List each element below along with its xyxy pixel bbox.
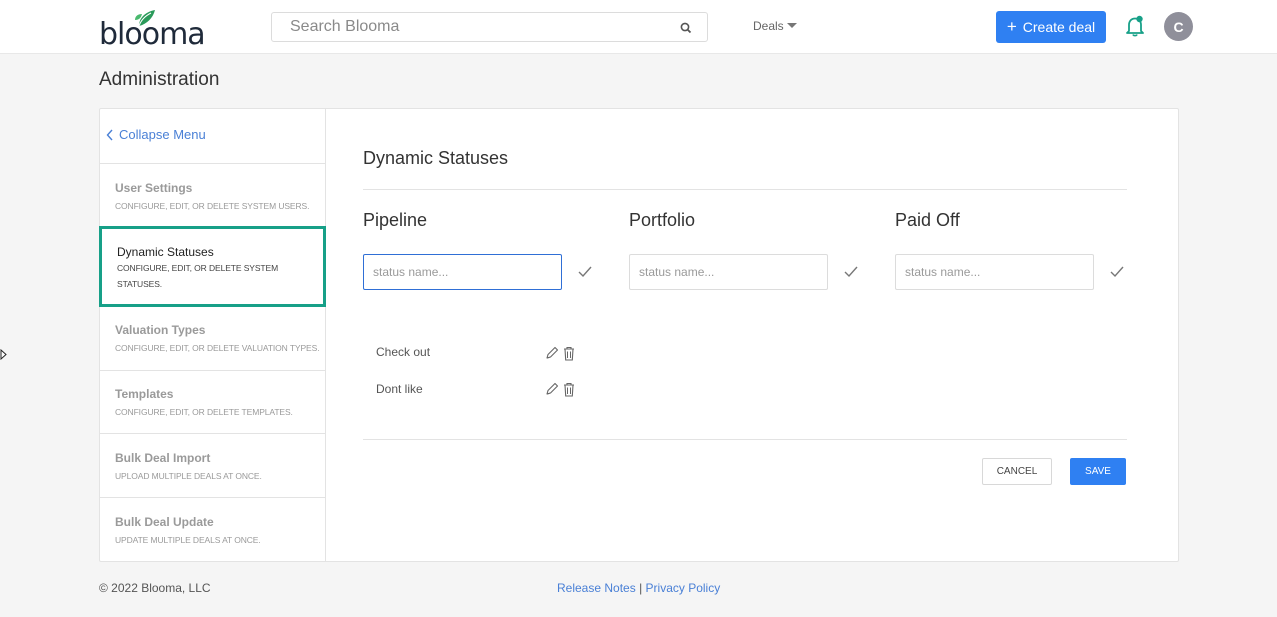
status-item-label: Check out: [376, 345, 431, 359]
cancel-button[interactable]: CANCEL: [982, 458, 1052, 485]
paid-off-status-input[interactable]: [895, 254, 1094, 290]
sidebar-item-description: UPDATE MULTIPLE DEALS AT ONCE.: [115, 535, 261, 545]
create-deal-label: Create deal: [1022, 19, 1096, 35]
check-icon[interactable]: [843, 265, 859, 279]
sidebar-item-valuation-types[interactable]: Valuation Types CONFIGURE, EDIT, OR DELE…: [100, 307, 325, 370]
sidebar-item-templates[interactable]: Templates CONFIGURE, EDIT, OR DELETE TEM…: [100, 370, 325, 433]
sidebar-item-description: UPLOAD MULTIPLE DEALS AT ONCE.: [115, 471, 262, 481]
footer-links: Release Notes | Privacy Policy: [557, 581, 720, 595]
top-navbar: blooma Deals + Create deal C: [0, 0, 1277, 54]
privacy-policy-link[interactable]: Privacy Policy: [646, 581, 721, 595]
caret-down-icon: [786, 23, 797, 28]
sidebar-item-title: Valuation Types: [115, 323, 206, 337]
pipeline-status-input[interactable]: [363, 254, 562, 290]
sidebar-item-bulk-deal-import[interactable]: Bulk Deal Import UPLOAD MULTIPLE DEALS A…: [100, 433, 325, 497]
divider: [363, 439, 1127, 440]
sidebar-item-dynamic-statuses[interactable]: Dynamic Statuses CONFIGURE, EDIT, OR DEL…: [99, 226, 326, 307]
sidebar-item-title: Bulk Deal Import: [115, 451, 211, 465]
check-icon[interactable]: [1109, 265, 1125, 279]
notification-bell-icon[interactable]: [1124, 14, 1146, 38]
user-avatar[interactable]: C: [1164, 12, 1193, 41]
search-box: [271, 12, 708, 42]
cursor-icon: [0, 349, 7, 360]
paid-off-heading: Paid Off: [895, 210, 960, 230]
sidebar-item-title: Templates: [115, 387, 174, 401]
sidebar-item-title: User Settings: [115, 181, 193, 195]
pipeline-heading: Pipeline: [363, 210, 428, 230]
portfolio-status-input[interactable]: [629, 254, 828, 290]
sidebar-item-description: CONFIGURE, EDIT, OR DELETE SYSTEM USERS.: [115, 201, 310, 211]
deals-dropdown[interactable]: Deals: [753, 19, 797, 33]
trash-icon[interactable]: [562, 345, 576, 361]
chevron-left-icon: [106, 129, 113, 140]
section-title: Dynamic Statuses: [363, 148, 509, 168]
release-notes-link[interactable]: Release Notes: [557, 581, 636, 595]
status-item-label: Dont like: [376, 382, 423, 396]
sidebar-item-description: CONFIGURE, EDIT, OR DELETE TEMPLATES.: [115, 407, 293, 417]
admin-sidebar: Collapse Menu User Settings CONFIGURE, E…: [99, 109, 326, 561]
admin-card: Collapse Menu User Settings CONFIGURE, E…: [99, 108, 1179, 562]
footer-separator: |: [639, 581, 643, 595]
dynamic-statuses-panel: Dynamic Statuses Pipeline Portfolio Paid…: [326, 109, 1178, 561]
sidebar-item-description: CONFIGURE, EDIT, OR DELETE SYSTEM STATUS…: [117, 263, 279, 289]
sidebar-item-title: Bulk Deal Update: [115, 515, 214, 529]
blooma-logo[interactable]: blooma: [99, 8, 206, 52]
sidebar-item-title: Dynamic Statuses: [117, 245, 214, 259]
sidebar-item-user-settings[interactable]: User Settings CONFIGURE, EDIT, OR DELETE…: [100, 163, 325, 226]
sidebar-item-description: CONFIGURE, EDIT, OR DELETE VALUATION TYP…: [115, 343, 320, 353]
search-input[interactable]: [272, 13, 672, 41]
create-deal-button[interactable]: + Create deal: [996, 11, 1106, 43]
pencil-icon[interactable]: [545, 381, 559, 397]
footer-copyright: © 2022 Blooma, LLC: [99, 581, 211, 595]
check-icon[interactable]: [577, 265, 593, 279]
save-button[interactable]: SAVE: [1070, 458, 1126, 485]
deals-dropdown-label: Deals: [753, 19, 784, 33]
pencil-icon[interactable]: [545, 345, 559, 361]
logo-text: blooma: [99, 17, 206, 52]
search-icon[interactable]: [679, 21, 693, 35]
trash-icon[interactable]: [562, 381, 576, 397]
page-title: Administration: [99, 69, 220, 90]
collapse-menu-link[interactable]: Collapse Menu: [106, 127, 206, 142]
sidebar-item-bulk-deal-update[interactable]: Bulk Deal Update UPDATE MULTIPLE DEALS A…: [100, 497, 325, 561]
divider: [363, 189, 1127, 190]
portfolio-heading: Portfolio: [629, 210, 696, 230]
collapse-menu-label: Collapse Menu: [119, 127, 206, 142]
plus-icon: +: [1006, 17, 1017, 36]
